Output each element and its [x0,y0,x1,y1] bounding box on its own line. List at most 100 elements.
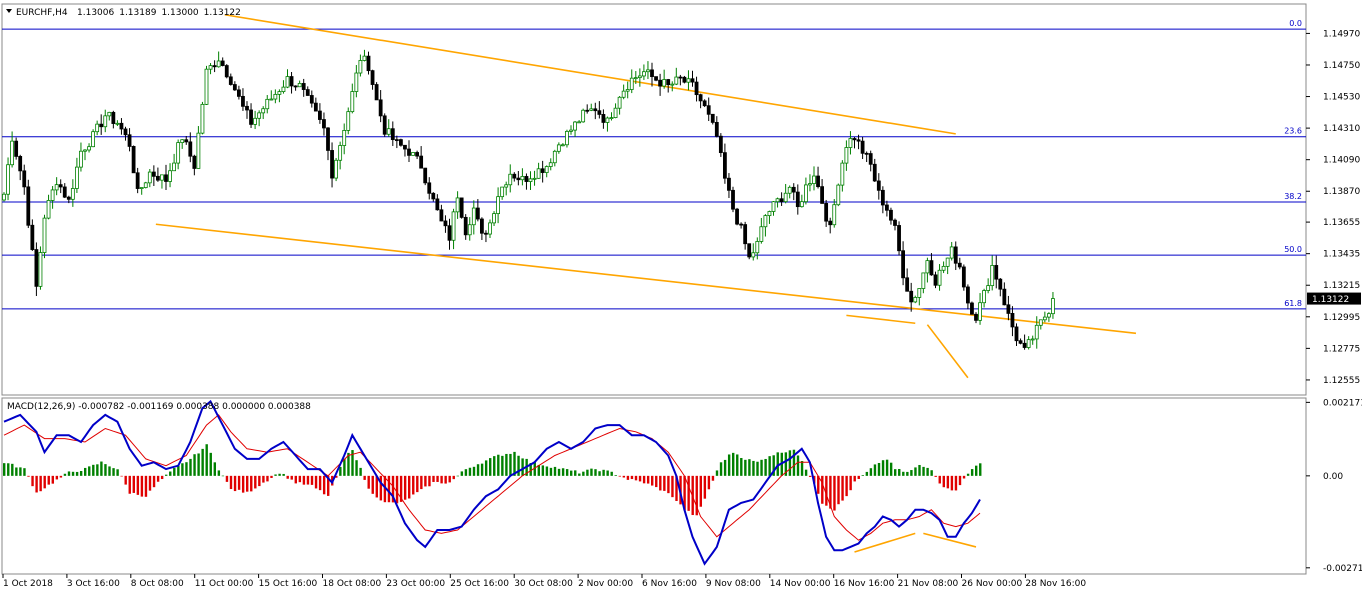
histogram-bar-negative [808,475,812,477]
bear-candle [245,105,249,111]
histogram-bar-positive [476,464,480,476]
bull-candle [6,164,10,195]
histogram-bar-positive [768,456,771,476]
bull-candle [941,265,946,271]
bull-candle [771,201,776,212]
histogram-bar-positive [343,458,346,476]
bear-candle [313,102,318,112]
histogram-bar-positive [484,460,488,476]
histogram-bar-negative [225,475,229,482]
bull-candle [471,207,476,226]
histogram-bar-negative [618,475,621,477]
bear-candle [479,218,484,234]
chart: 0.0 23.6 38.2 50.0 61.8 1.14970 1.14750 1.1453… [0,0,1362,594]
time-tick-label: 30 Oct 08:00 [514,579,573,589]
histogram-bar-negative [241,475,245,493]
bear-candle [650,69,654,78]
bear-candle [597,110,602,115]
bear-candle [155,175,160,181]
bull-candle [775,198,780,203]
bear-candle [828,220,833,226]
histogram-bar-positive [213,462,216,476]
histogram-bar-positive [861,475,864,476]
bear-candle [791,186,796,193]
histogram-bar-positive [221,475,225,477]
bull-candle [808,183,812,186]
bear-candle [998,278,1003,290]
bull-candle [2,193,6,201]
bear-candle [706,105,711,115]
bull-candle [569,129,573,132]
bull-candle [346,111,351,131]
bear-candle [957,262,962,268]
histogram-bar-positive [67,471,71,476]
price-tick-label: 1.13215 [1323,281,1360,291]
bull-candle [50,189,55,201]
histogram-bar-positive [740,457,743,476]
histogram-bar-negative [962,475,966,479]
symbol-label: EURCHF,H4 [16,8,68,18]
histogram-bar-positive [165,474,168,476]
histogram-bar-negative [946,475,950,489]
header-value: 1.13000 [161,8,198,18]
bear-candle [601,114,606,123]
time-tick-label: 14 Nov 00:00 [770,579,831,589]
histogram-bar-positive [594,469,597,476]
histogram-bar-negative [314,475,318,489]
bear-candle [184,139,189,143]
bear-candle [889,209,893,221]
bear-candle [743,224,748,245]
histogram-bar-positive [359,467,362,476]
bull-candle [297,83,302,88]
bull-candle [216,60,221,68]
histogram-bar-positive [881,460,885,476]
bear-candle [864,152,869,155]
time-tick-label: 3 Oct 16:00 [67,579,120,589]
fib-label: 23.6 [1284,127,1302,136]
histogram-bar-negative [630,475,634,480]
bear-candle [747,243,752,258]
bear-candle [779,198,784,203]
bear-candle [694,81,699,96]
bull-candle [451,211,456,241]
histogram-bar-positive [918,464,921,476]
bull-candle [200,103,205,134]
bear-candle [228,76,233,85]
histogram-bar-negative [322,475,326,495]
bull-candle [605,117,610,123]
bull-candle [168,170,172,182]
bear-candle [718,135,723,154]
bull-candle [799,201,804,208]
time-tick-label: 21 Nov 08:00 [898,579,959,589]
bull-candle [1042,316,1047,321]
time-tick-label: 11 Oct 00:00 [195,579,254,589]
histogram-bar-negative [634,475,638,481]
bull-candle [686,78,691,83]
bull-candle [982,290,986,304]
histogram-bar-positive [209,452,212,476]
bear-candle [447,225,452,241]
histogram-bar-negative [942,475,945,488]
bear-candle [909,290,914,303]
bull-candle [629,77,634,90]
histogram-bar-negative [229,475,233,490]
histogram-bar-positive [715,470,719,476]
histogram-bar-negative [148,475,152,491]
histogram-bar-positive [894,469,897,476]
bear-candle [435,198,440,211]
bear-candle [330,150,334,179]
bear-candle [390,128,395,141]
histogram-bar-negative [246,475,249,492]
histogram-bar-positive [112,468,115,476]
bear-candle [876,180,881,191]
histogram-bar-positive [282,473,285,476]
histogram-bar-negative [436,475,439,482]
histogram-bar-negative [857,475,860,479]
histogram-bar-negative [651,475,654,486]
histogram-bar-negative [954,475,958,491]
histogram-bar-negative [318,475,322,491]
bull-candle [342,130,347,146]
bull-candle [1034,324,1039,340]
histogram-bar-negative [424,475,427,487]
bear-candle [382,115,387,135]
